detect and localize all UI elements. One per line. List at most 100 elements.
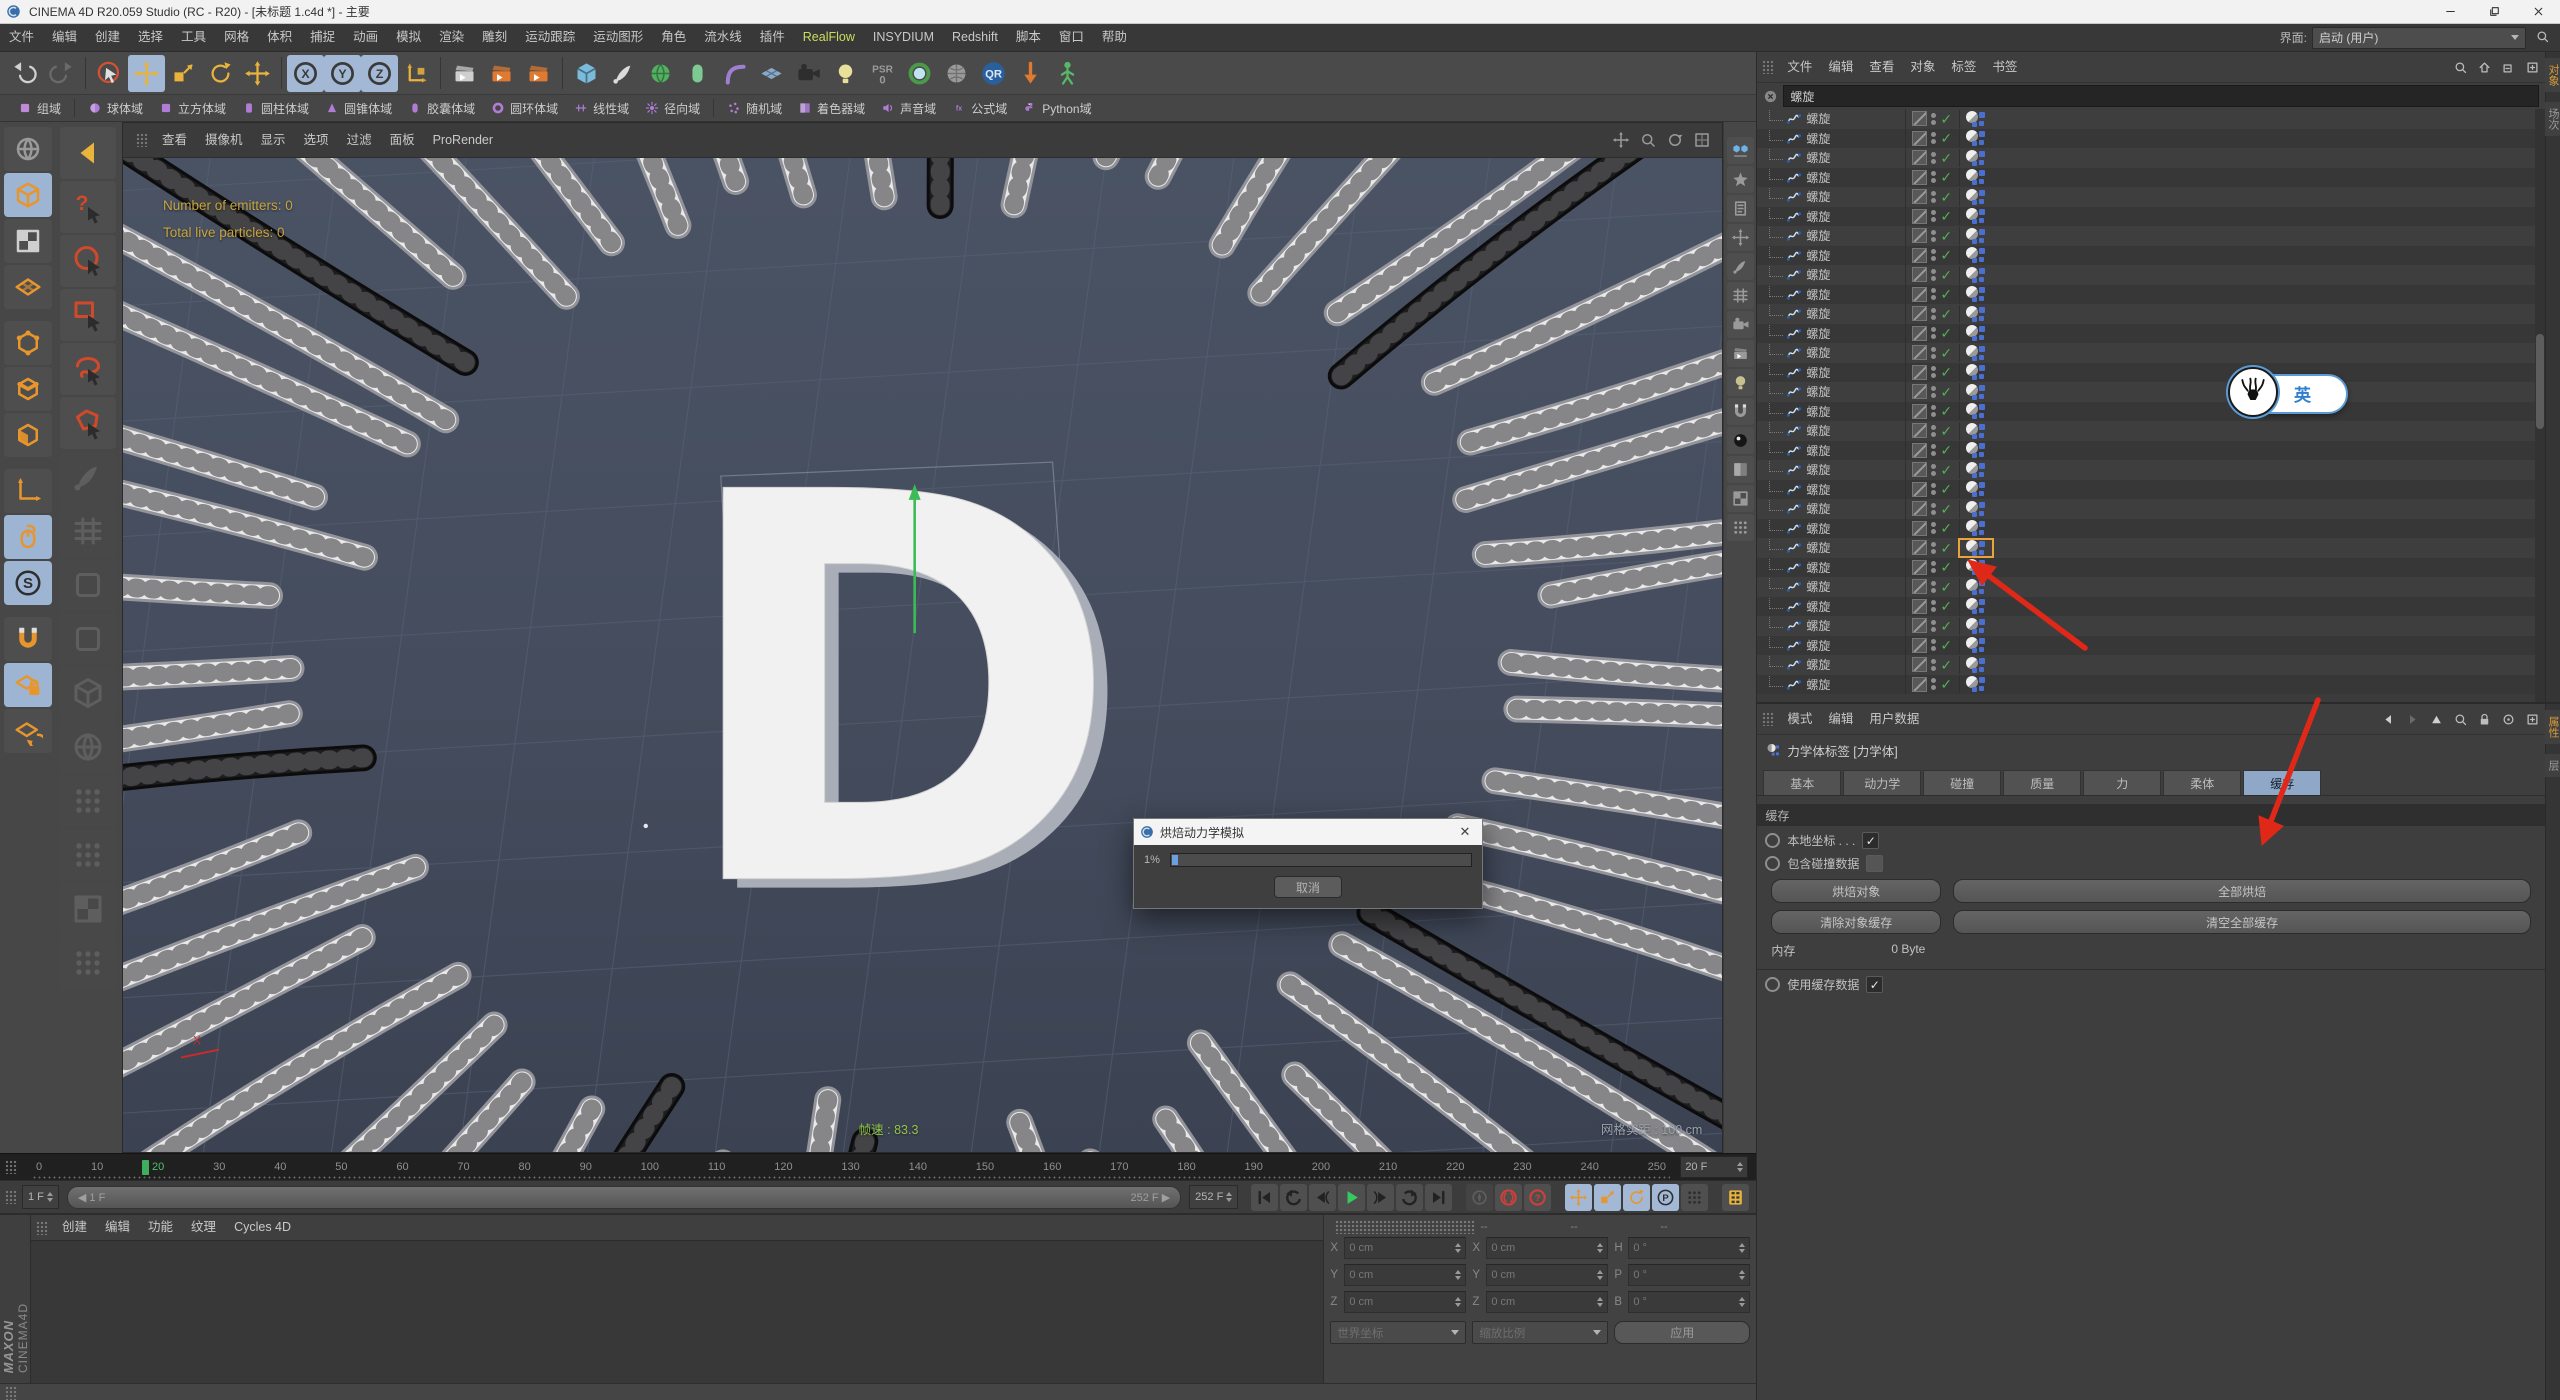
search-icon[interactable] xyxy=(2532,29,2552,47)
menu-item-对象[interactable]: 对象 xyxy=(1902,52,1943,82)
clear-object-cache-button[interactable]: 清除对象缓存 xyxy=(1771,910,1941,934)
menu-item-用户数据[interactable]: 用户数据 xyxy=(1861,704,1927,734)
visibility-dots-icon[interactable] xyxy=(1931,386,1936,398)
minimize-icon[interactable] xyxy=(2428,0,2472,23)
key-selection-button[interactable] xyxy=(1681,1184,1708,1211)
cancel-button[interactable]: 取消 xyxy=(1274,876,1342,898)
strip-material-button[interactable] xyxy=(1727,427,1754,454)
viewport-orbit-icon[interactable] xyxy=(1663,128,1687,152)
object-row[interactable]: 螺旋 ✓ xyxy=(1757,109,2545,129)
menu-item-标签[interactable]: 标签 xyxy=(1943,52,1984,82)
visibility-dots-icon[interactable] xyxy=(1931,483,1936,495)
maximize-icon[interactable] xyxy=(2472,0,2516,23)
ruler-tick-80[interactable]: 80 xyxy=(519,1161,531,1173)
object-row[interactable]: 螺旋 ✓ xyxy=(1757,558,2545,578)
ruler-tick-250[interactable]: 250 xyxy=(1648,1161,1666,1173)
layer-slash-icon[interactable] xyxy=(1912,345,1927,360)
material-list-empty[interactable] xyxy=(31,1241,1323,1383)
layer-slash-icon[interactable] xyxy=(1912,579,1927,594)
coord-dropdown-世界坐标[interactable]: 世界坐标 xyxy=(1330,1321,1466,1344)
dynamics-tag-icon[interactable] xyxy=(1959,656,1993,674)
spinner-arrows-icon[interactable] xyxy=(1737,1162,1743,1172)
attribute-tab-动力学[interactable]: 动力学 xyxy=(1843,770,1921,795)
key-scale-button[interactable] xyxy=(1594,1184,1621,1211)
ruler-tick-220[interactable]: 220 xyxy=(1446,1161,1464,1173)
layer-slash-icon[interactable] xyxy=(1912,384,1927,399)
visibility-dots-icon[interactable] xyxy=(1931,600,1936,612)
visibility-dots-icon[interactable] xyxy=(1931,152,1936,164)
object-search-input[interactable]: 螺旋 xyxy=(1783,85,2539,107)
ruler-tick-20[interactable]: 20 xyxy=(152,1161,164,1173)
object-row[interactable]: 螺旋 ✓ xyxy=(1757,187,2545,207)
side-tab-场次[interactable]: 场次 xyxy=(2545,102,2560,136)
enable-axis-mode[interactable] xyxy=(4,469,52,513)
object-row[interactable]: 螺旋 ✓ xyxy=(1757,538,2545,558)
model-mode[interactable] xyxy=(4,173,52,217)
soft-selection-mode[interactable]: S xyxy=(4,561,52,605)
material-tab-Cycles 4D[interactable]: Cycles 4D xyxy=(225,1215,300,1240)
keyframe-circle-icon[interactable] xyxy=(1765,977,1780,992)
menu-item-Redshift[interactable]: Redshift xyxy=(943,24,1007,51)
menu-item-文件[interactable]: 文件 xyxy=(1779,52,1820,82)
object-row[interactable]: 螺旋 ✓ xyxy=(1757,168,2545,188)
global-view-mode[interactable] xyxy=(4,127,52,171)
dynamics-tag-icon[interactable] xyxy=(1959,461,1993,479)
layer-slash-icon[interactable] xyxy=(1912,521,1927,536)
visibility-dots-icon[interactable] xyxy=(1931,132,1936,144)
current-frame-box[interactable]: 20 F xyxy=(1680,1156,1748,1178)
layer-slash-icon[interactable] xyxy=(1912,228,1927,243)
cylinder-field[interactable]: 圆柱体域 xyxy=(234,97,317,119)
dynamics-tag-icon[interactable] xyxy=(1959,110,1993,128)
realflow-plugin-button[interactable] xyxy=(1012,55,1049,92)
coordinate-system[interactable] xyxy=(398,55,435,92)
material-tab-创建[interactable]: 创建 xyxy=(53,1215,96,1240)
ruler-tick-180[interactable]: 180 xyxy=(1177,1161,1195,1173)
menu-item-书签[interactable]: 书签 xyxy=(1984,52,2025,82)
ruler-tick-160[interactable]: 160 xyxy=(1043,1161,1061,1173)
enabled-check-icon[interactable]: ✓ xyxy=(1940,326,1952,340)
strip-light-button[interactable] xyxy=(1727,369,1754,396)
random-field[interactable]: 随机域 xyxy=(719,97,790,119)
visibility-dots-icon[interactable] xyxy=(1931,561,1936,573)
spline-pen-tool[interactable] xyxy=(605,55,642,92)
enabled-check-icon[interactable]: ✓ xyxy=(1940,307,1952,321)
keyframe-circle-icon[interactable] xyxy=(1765,833,1780,848)
dynamics-tag-icon[interactable] xyxy=(1959,636,1993,654)
texture-mode[interactable] xyxy=(4,219,52,263)
menu-item-选择[interactable]: 选择 xyxy=(129,24,172,51)
menu-item-文件[interactable]: 文件 xyxy=(0,24,43,51)
layer-slash-icon[interactable] xyxy=(1912,657,1927,672)
previous-frame-button[interactable] xyxy=(1309,1184,1336,1211)
visibility-dots-icon[interactable] xyxy=(1931,425,1936,437)
play-button[interactable] xyxy=(1338,1184,1365,1211)
polygon-selection[interactable] xyxy=(60,397,116,449)
enabled-check-icon[interactable]: ✓ xyxy=(1940,287,1952,301)
ruler-tick-0[interactable]: 0 xyxy=(36,1161,42,1173)
object-row[interactable]: 螺旋 ✓ xyxy=(1757,499,2545,519)
capsule-field[interactable]: 胶囊体域 xyxy=(400,97,483,119)
object-row[interactable]: 螺旋 ✓ xyxy=(1757,577,2545,597)
rectangle-selection[interactable] xyxy=(60,289,116,341)
dynamics-tag-icon[interactable] xyxy=(1959,578,1993,596)
goto-end-button[interactable] xyxy=(1425,1184,1452,1211)
enabled-check-icon[interactable]: ✓ xyxy=(1940,658,1952,672)
visibility-dots-icon[interactable] xyxy=(1931,639,1936,651)
lock-y-axis[interactable]: Y xyxy=(324,55,361,92)
ruler-tick-10[interactable]: 10 xyxy=(91,1161,103,1173)
enabled-check-icon[interactable]: ✓ xyxy=(1940,170,1952,184)
panel-grip-icon[interactable] xyxy=(5,1190,17,1204)
visibility-dots-icon[interactable] xyxy=(1931,678,1936,690)
layer-slash-icon[interactable] xyxy=(1912,501,1927,516)
render-settings-button[interactable] xyxy=(520,55,557,92)
dynamics-tag-icon[interactable] xyxy=(1959,558,1993,576)
spinner-arrows-icon[interactable] xyxy=(1455,1297,1461,1307)
lasso-selection[interactable] xyxy=(60,343,116,395)
dynamics-tag-icon[interactable] xyxy=(1959,344,1993,362)
spinner-arrows-icon[interactable] xyxy=(1226,1192,1232,1202)
visibility-dots-icon[interactable] xyxy=(1931,581,1936,593)
panel-grip-icon[interactable] xyxy=(36,1221,48,1235)
object-row[interactable]: 螺旋 ✓ xyxy=(1757,226,2545,246)
snap-toggle[interactable] xyxy=(4,617,52,661)
layer-slash-icon[interactable] xyxy=(1912,248,1927,263)
layer-slash-icon[interactable] xyxy=(1912,482,1927,497)
